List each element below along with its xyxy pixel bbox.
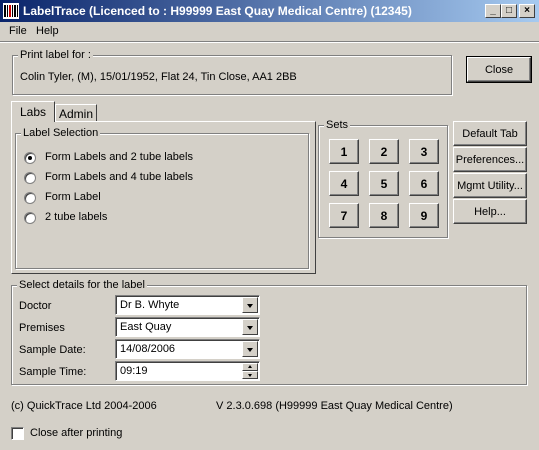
set-1-label: 1 (340, 144, 348, 159)
set-3-label: 3 (420, 144, 428, 159)
sets-group: Sets 1 2 3 4 5 6 7 8 9 (318, 119, 448, 238)
sample-date-label: Sample Date: (19, 344, 86, 356)
set-8-label: 8 (380, 208, 388, 223)
help-label: Help... (474, 205, 506, 218)
close-icon: × (524, 5, 530, 16)
version-text: V 2.3.0.698 (H99999 East Quay Medical Ce… (216, 400, 453, 412)
sets-legend: Sets (324, 119, 351, 131)
doctor-label: Doctor (19, 300, 52, 312)
help-button[interactable]: Help... (453, 199, 527, 224)
chevron-down-icon (247, 348, 253, 352)
mgmt-utility-label: Mgmt Utility... (457, 179, 523, 192)
close-window-button[interactable]: × (519, 4, 535, 18)
doctor-dropdown-button[interactable] (242, 297, 258, 313)
minimize-button[interactable]: _ (485, 4, 501, 18)
doctor-value: Dr B. Whyte (120, 299, 180, 311)
close-after-printing-checkbox[interactable] (11, 427, 24, 440)
tab-labs[interactable]: Labs (11, 101, 55, 122)
radio-button-selected[interactable] (24, 152, 36, 164)
title-bar[interactable]: LabelTrace (Licenced to : H99999 East Qu… (0, 0, 539, 22)
set-6-button[interactable]: 6 (409, 171, 439, 196)
menu-help[interactable]: Help (36, 25, 59, 37)
tab-admin-label: Admin (58, 107, 93, 121)
set-8-button[interactable]: 8 (369, 203, 399, 228)
set-1-button[interactable]: 1 (329, 139, 359, 164)
label-details-group: Select details for the label Doctor Dr B… (11, 279, 527, 385)
set-7-label: 7 (340, 208, 348, 223)
label-details-legend: Select details for the label (17, 279, 147, 291)
arrow-up-icon (248, 365, 252, 368)
labeltrace-window: LabelTrace (Licenced to : H99999 East Qu… (0, 0, 539, 450)
close-button-label: Close (484, 63, 514, 76)
sample-date-picker[interactable]: 14/08/2006 (115, 339, 260, 359)
close-after-printing-label[interactable]: Close after printing (30, 427, 122, 439)
label-selection-group: Label Selection Form Labels and 2 tube l… (15, 127, 309, 269)
tab-labs-label: Labs (19, 105, 47, 119)
maximize-button[interactable]: □ (501, 4, 517, 18)
sample-time-value: 09:19 (120, 365, 148, 377)
window-title: LabelTrace (Licenced to : H99999 East Qu… (23, 4, 412, 18)
print-label-legend: Print label for : (18, 49, 93, 61)
doctor-dropdown[interactable]: Dr B. Whyte (115, 295, 260, 315)
radio-label: Form Labels and 2 tube labels (45, 151, 193, 163)
sample-date-value: 14/08/2006 (120, 343, 176, 355)
radio-label: 2 tube labels (45, 211, 108, 223)
radio-label: Form Label (45, 191, 101, 203)
menu-bar: File Help (0, 22, 539, 41)
mgmt-utility-button[interactable]: Mgmt Utility... (453, 173, 527, 198)
label-selection-legend: Label Selection (21, 127, 101, 139)
set-5-label: 5 (380, 176, 388, 191)
sample-time-label: Sample Time: (19, 366, 87, 378)
minimize-icon: _ (490, 5, 496, 16)
set-2-button[interactable]: 2 (369, 139, 399, 164)
preferences-button[interactable]: Preferences... (453, 147, 527, 172)
barcode-app-icon (3, 3, 19, 19)
tab-admin[interactable]: Admin (55, 104, 97, 122)
radio-button[interactable] (24, 212, 36, 224)
chevron-down-icon (247, 304, 253, 308)
menu-file[interactable]: File (9, 25, 27, 37)
set-2-label: 2 (380, 144, 388, 159)
set-9-label: 9 (420, 208, 428, 223)
preferences-label: Preferences... (455, 153, 525, 166)
default-tab-button[interactable]: Default Tab (453, 121, 527, 146)
menu-separator (0, 41, 539, 43)
close-button[interactable]: Close (466, 56, 532, 83)
radio-label: Form Labels and 4 tube labels (45, 171, 193, 183)
set-5-button[interactable]: 5 (369, 171, 399, 196)
premises-dropdown[interactable]: East Quay (115, 317, 260, 337)
labs-tab-panel: Label Selection Form Labels and 2 tube l… (11, 121, 316, 274)
time-up-button[interactable] (242, 363, 258, 371)
maximize-icon: □ (505, 5, 513, 16)
sample-date-dropdown-button[interactable] (242, 341, 258, 357)
time-down-button[interactable] (242, 371, 258, 379)
radio-button[interactable] (24, 172, 36, 184)
set-7-button[interactable]: 7 (329, 203, 359, 228)
copyright-text: (c) QuickTrace Ltd 2004-2006 (11, 400, 157, 412)
set-9-button[interactable]: 9 (409, 203, 439, 228)
premises-dropdown-button[interactable] (242, 319, 258, 335)
patient-details: Colin Tyler, (M), 15/01/1952, Flat 24, T… (20, 71, 297, 83)
chevron-down-icon (247, 326, 253, 330)
premises-label: Premises (19, 322, 65, 334)
premises-value: East Quay (120, 321, 172, 333)
radio-button[interactable] (24, 192, 36, 204)
arrow-down-icon (248, 374, 252, 377)
sample-time-spinner[interactable]: 09:19 (115, 361, 260, 381)
print-label-group: Print label for : Colin Tyler, (M), 15/0… (12, 49, 452, 95)
set-6-label: 6 (420, 176, 428, 191)
set-4-label: 4 (340, 176, 348, 191)
set-3-button[interactable]: 3 (409, 139, 439, 164)
default-tab-label: Default Tab (462, 127, 518, 140)
set-4-button[interactable]: 4 (329, 171, 359, 196)
